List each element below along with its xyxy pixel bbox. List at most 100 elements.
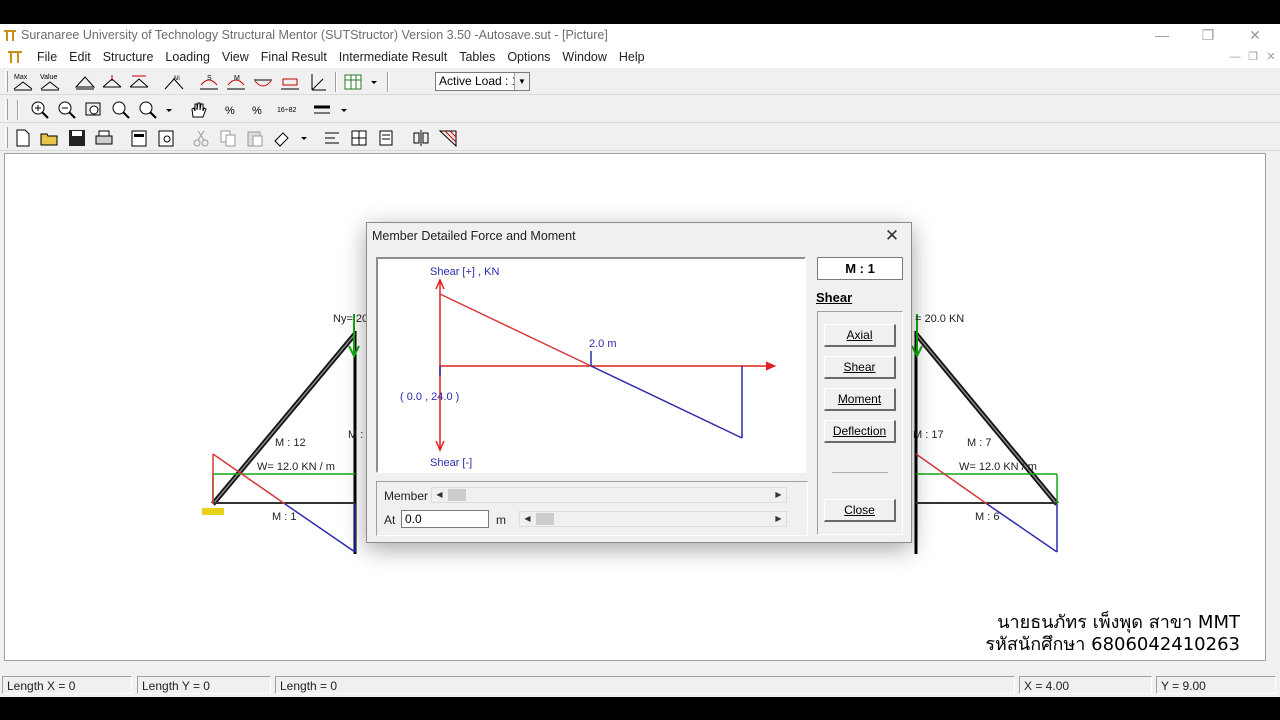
section-icon[interactable] xyxy=(437,127,459,149)
menu-edit[interactable]: Edit xyxy=(63,46,97,68)
horizontal-scrollbar[interactable] xyxy=(4,661,1266,673)
scroll-left-icon[interactable]: ◀ xyxy=(520,512,535,526)
shear-button-label: Shear xyxy=(843,360,876,374)
unit-label: m xyxy=(496,513,506,527)
restore-button[interactable]: ❐ xyxy=(1185,25,1231,45)
plot-origin-label: ( 0.0 , 24.0 ) xyxy=(400,391,459,403)
copy-icon[interactable] xyxy=(217,127,239,149)
snap2-icon[interactable]: % xyxy=(249,99,271,121)
position-scroll-thumb[interactable] xyxy=(536,513,554,525)
moment-diagram-icon[interactable]: M xyxy=(225,71,247,93)
shear-button[interactable]: Shear xyxy=(824,356,896,379)
table-icon[interactable] xyxy=(342,71,364,93)
chevron-down-icon[interactable]: ▼ xyxy=(514,73,529,90)
right-member-label-c: M : 6 xyxy=(975,511,999,523)
right-member-label-b: M : 7 xyxy=(967,437,991,449)
new-file-icon[interactable] xyxy=(12,127,34,149)
export-icon[interactable] xyxy=(155,127,177,149)
deflection-icon[interactable] xyxy=(252,71,274,93)
align-icon[interactable] xyxy=(321,127,343,149)
axial-button[interactable]: Axial xyxy=(824,324,896,347)
close-window-button[interactable]: ✕ xyxy=(1232,25,1278,45)
cut-icon[interactable] xyxy=(190,127,212,149)
active-load-select[interactable]: Active Load : 1 ▼ xyxy=(435,72,530,91)
zoom-in-icon[interactable] xyxy=(29,99,51,121)
line-style-icon[interactable] xyxy=(311,99,333,121)
paint-icon[interactable] xyxy=(271,127,293,149)
member-label: Member xyxy=(384,489,429,503)
snap-icon[interactable]: % xyxy=(222,99,244,121)
zoom-menu-icon[interactable] xyxy=(137,99,159,121)
status-length-y: Length Y = 0 xyxy=(137,676,271,694)
truss-icon-2[interactable] xyxy=(101,71,123,93)
mdi-close-icon[interactable]: ✕ xyxy=(1262,50,1280,64)
zoom-dropdown-icon[interactable] xyxy=(158,99,180,121)
zoom-fit-icon[interactable] xyxy=(110,99,132,121)
dialog-close-icon[interactable]: ✕ xyxy=(879,225,905,247)
paste-icon[interactable] xyxy=(244,127,266,149)
plot-zero-crossing-label: 2.0 m xyxy=(589,338,617,350)
save-icon[interactable] xyxy=(66,127,88,149)
plot-top-label: Shear [+] , KN xyxy=(430,266,499,278)
member-scrollbar[interactable]: ◀ ▶ xyxy=(431,487,787,503)
navigation-panel: Member ◀ ▶ At 0.0 m ◀ ▶ xyxy=(376,481,808,536)
shear-diagram-plot: Shear [+] , KN Shear [-] 2.0 m ( 0.0 , 2… xyxy=(376,257,806,473)
scroll-right-icon[interactable]: ▶ xyxy=(771,488,786,502)
shear-diagram-icon[interactable]: S xyxy=(198,71,220,93)
member-scroll-thumb[interactable] xyxy=(448,489,466,501)
menu-window[interactable]: Window xyxy=(556,46,612,68)
zoom-window-icon[interactable] xyxy=(83,99,105,121)
menu-file[interactable]: File xyxy=(31,46,63,68)
minimize-button[interactable]: — xyxy=(1139,25,1185,45)
menu-intermediate-result[interactable]: Intermediate Result xyxy=(333,46,453,68)
open-folder-icon[interactable] xyxy=(39,127,61,149)
status-y: Y = 9.00 xyxy=(1156,676,1276,694)
scroll-left-icon[interactable]: ◀ xyxy=(432,488,447,502)
coordinate-icon[interactable] xyxy=(306,71,328,93)
position-scrollbar[interactable]: ◀ ▶ xyxy=(519,511,787,527)
position-input[interactable]: 0.0 xyxy=(401,510,489,528)
at-label: At xyxy=(384,513,396,527)
menu-final-result[interactable]: Final Result xyxy=(255,46,333,68)
shear-negative-segment xyxy=(590,365,743,439)
student-id-caption: รหัสนักศึกษา 6806042410263 xyxy=(985,634,1240,655)
truss-icon-1[interactable] xyxy=(74,71,96,93)
print-icon[interactable] xyxy=(93,127,115,149)
value-button[interactable]: Value xyxy=(39,71,61,93)
line-style-dropdown-icon[interactable] xyxy=(333,99,355,121)
deflection-button[interactable]: Deflection xyxy=(824,420,896,443)
pan-hand-icon[interactable] xyxy=(187,99,209,121)
value-label: Value xyxy=(40,74,57,81)
print-preview-icon[interactable] xyxy=(128,127,150,149)
grid-size-icon[interactable]: 16÷82 xyxy=(276,99,298,121)
mdi-minimize-icon[interactable]: — xyxy=(1226,50,1244,64)
scroll-right-icon[interactable]: ▶ xyxy=(771,512,786,526)
mdi-restore-icon[interactable]: ❐ xyxy=(1244,50,1262,64)
status-x: X = 4.00 xyxy=(1019,676,1152,694)
all-loads-icon[interactable]: All xyxy=(163,71,185,93)
max-value-button[interactable]: Max xyxy=(12,71,34,93)
table-dropdown-icon[interactable] xyxy=(363,71,385,93)
truss-icon-3[interactable] xyxy=(128,71,150,93)
reaction-icon[interactable] xyxy=(279,71,301,93)
node-icon[interactable] xyxy=(410,127,432,149)
moment-button[interactable]: Moment xyxy=(824,388,896,411)
right-load-label: W= 12.0 KN / m xyxy=(959,461,1037,473)
menu-structure[interactable]: Structure xyxy=(97,46,160,68)
status-length-x: Length X = 0 xyxy=(2,676,132,694)
menu-help[interactable]: Help xyxy=(613,46,651,68)
member-force-dialog: Member Detailed Force and Moment ✕ Shear… xyxy=(366,222,912,543)
paint-dropdown-icon[interactable] xyxy=(293,127,315,149)
zoom-out-icon[interactable] xyxy=(56,99,78,121)
menu-view[interactable]: View xyxy=(216,46,255,68)
status-length: Length = 0 xyxy=(275,676,1015,694)
grid-view-icon[interactable] xyxy=(348,127,370,149)
menu-loading[interactable]: Loading xyxy=(159,46,216,68)
menu-tables[interactable]: Tables xyxy=(453,46,501,68)
left-ny-label: Ny= 20 xyxy=(333,313,368,325)
menu-options[interactable]: Options xyxy=(501,46,556,68)
close-button[interactable]: Close xyxy=(824,499,896,522)
vertical-scrollbar[interactable] xyxy=(1266,153,1280,673)
list-view-icon[interactable] xyxy=(375,127,397,149)
member-id-display: M : 1 xyxy=(817,257,903,280)
